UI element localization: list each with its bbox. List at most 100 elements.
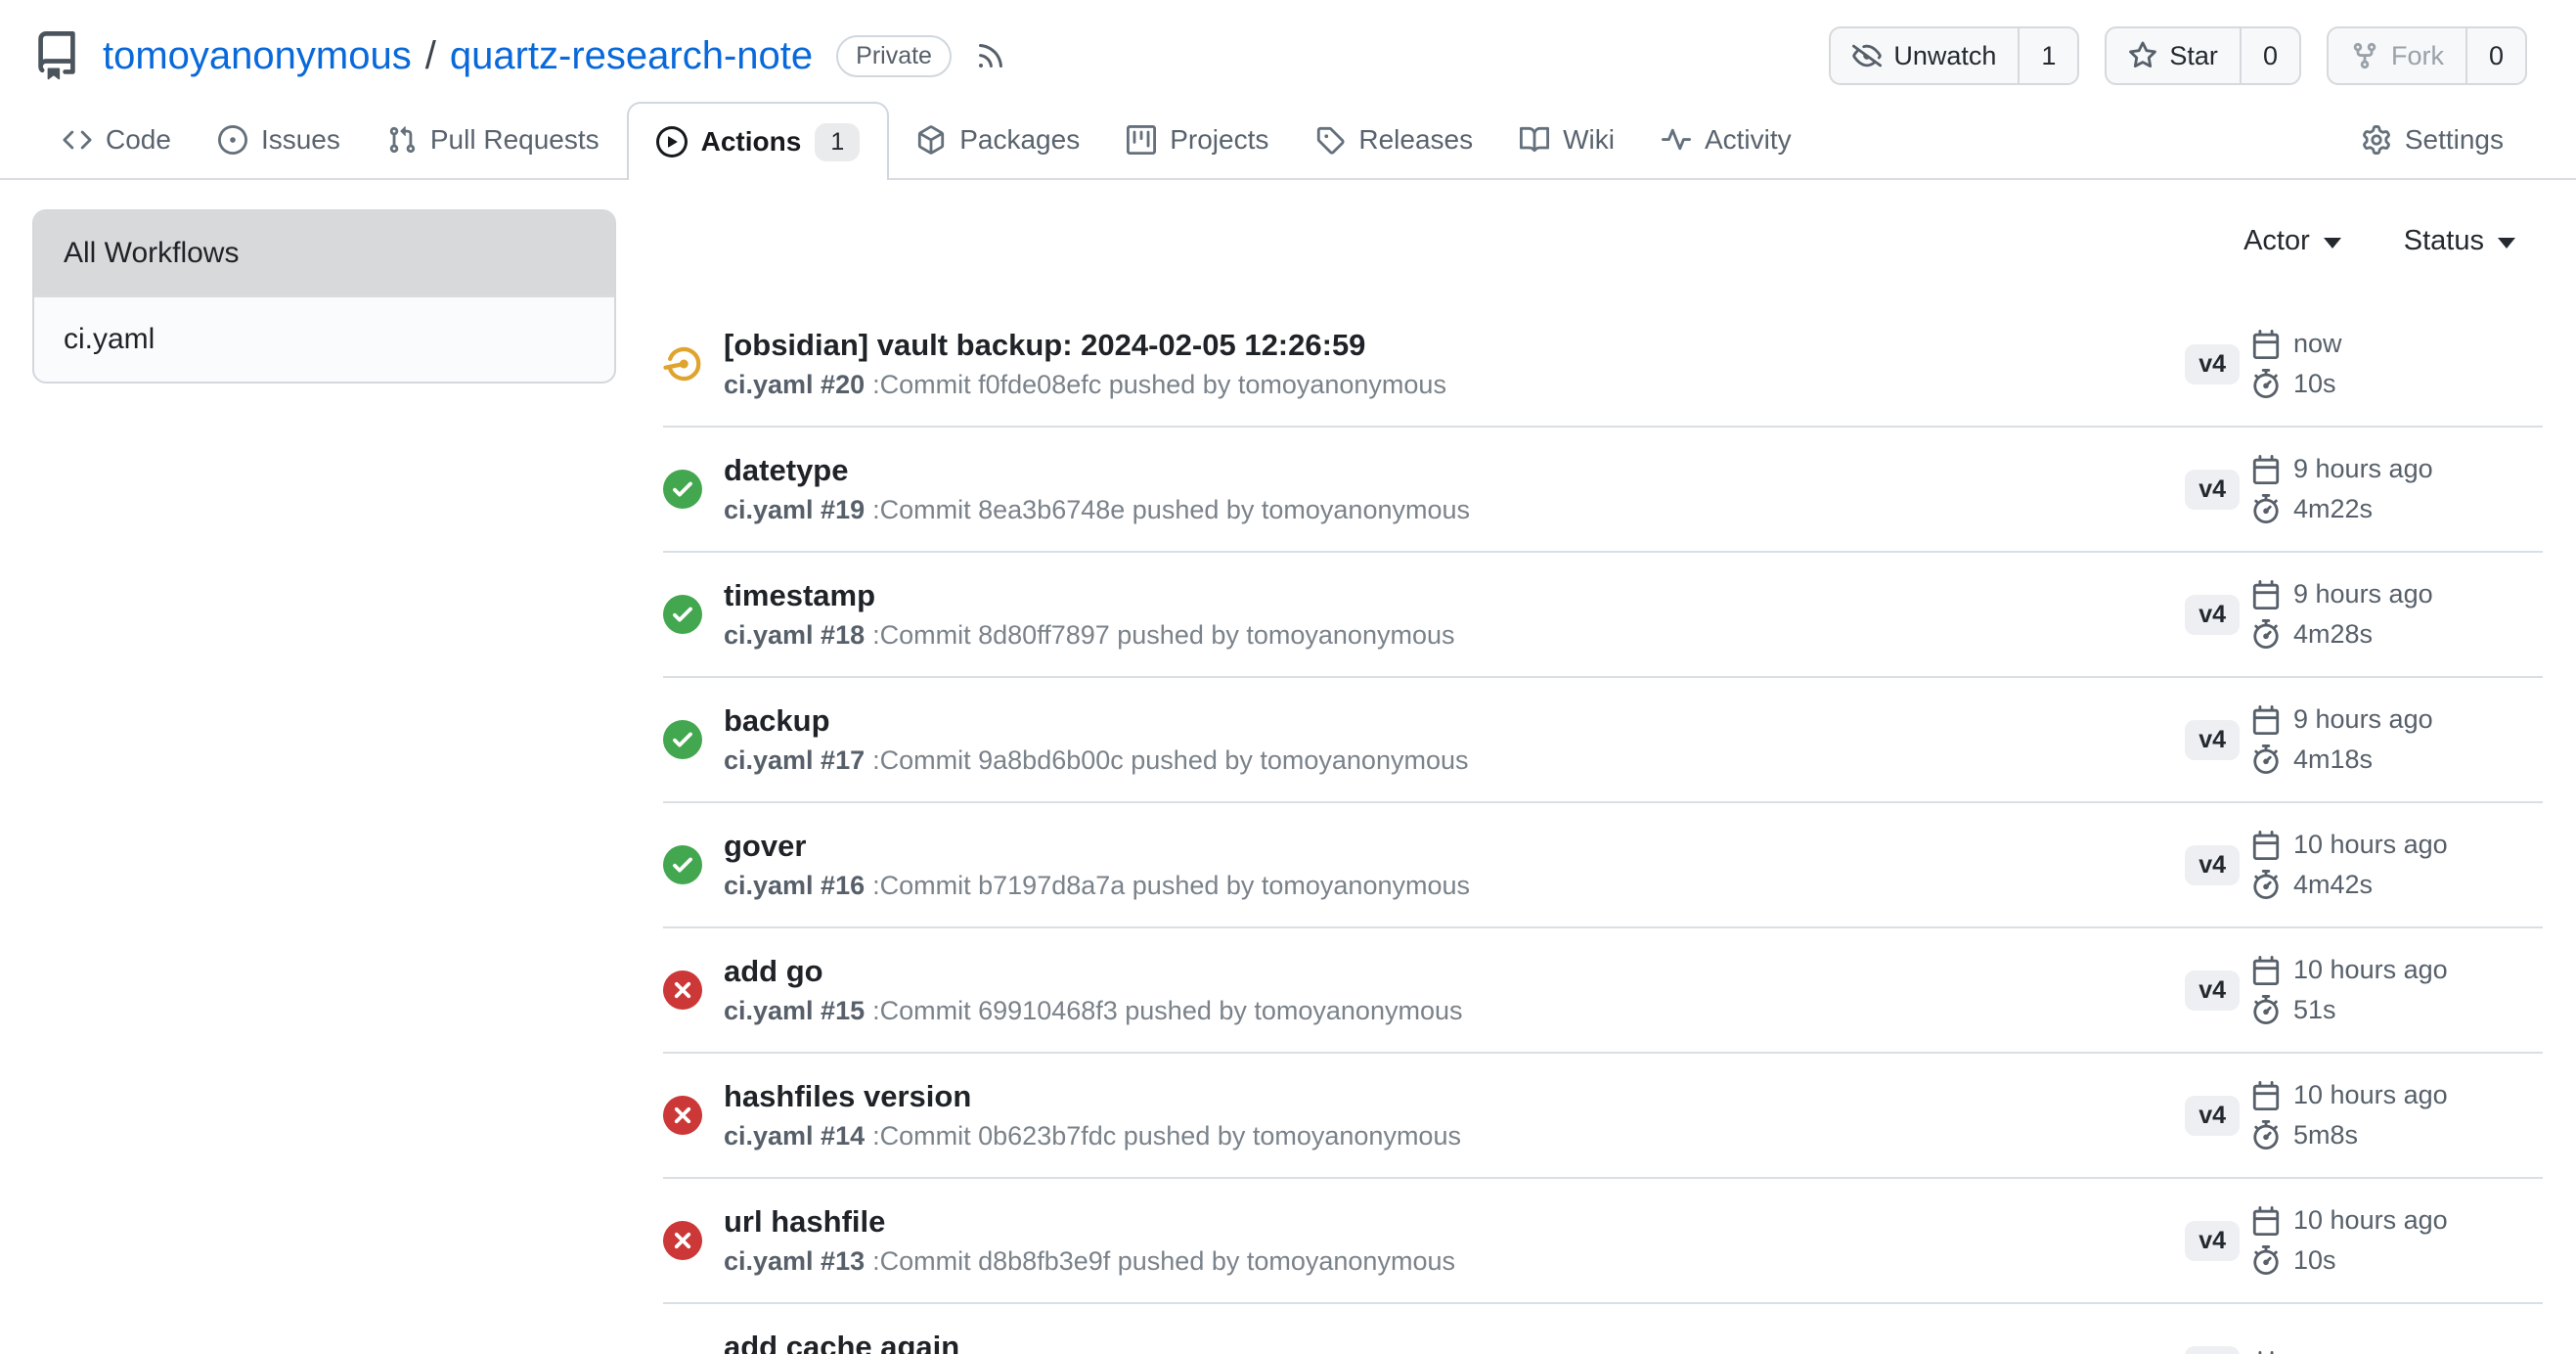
tab-spacer: [1815, 102, 2338, 178]
run-title-link[interactable]: add cache again: [724, 1330, 2185, 1354]
unwatch-button[interactable]: Unwatch 1: [1829, 26, 2079, 85]
run-row: timestamp ci.yaml #18:Commit 8d80ff7897 …: [663, 553, 2543, 678]
stopwatch-icon: [2251, 369, 2281, 398]
run-workflow-ref[interactable]: ci.yaml #13: [724, 1246, 865, 1276]
runner-version-badge: v4: [2185, 845, 2240, 885]
repo-owner-link[interactable]: tomoyanonymous: [103, 34, 412, 78]
watchers-count[interactable]: 1: [2018, 28, 2077, 83]
run-subtitle: ci.yaml #15:Commit 69910468f3 pushed by …: [724, 997, 2185, 1026]
x-circle-icon: [663, 1096, 702, 1135]
tab-releases[interactable]: Releases: [1296, 102, 1492, 178]
code-icon: [63, 125, 92, 155]
calendar-icon: [2251, 1081, 2281, 1110]
breadcrumb-separator: /: [425, 34, 436, 78]
stars-count[interactable]: 0: [2240, 28, 2299, 83]
run-workflow-ref[interactable]: ci.yaml #18: [724, 620, 865, 650]
run-duration: 4m42s: [2251, 870, 2543, 900]
stopwatch-icon: [2251, 745, 2281, 774]
run-duration: 4m22s: [2251, 494, 2543, 524]
sidebar-item-ci-yaml[interactable]: ci.yaml: [34, 295, 614, 382]
run-title-link[interactable]: timestamp: [724, 578, 2185, 613]
book-icon: [1520, 125, 1549, 155]
run-title-link[interactable]: backup: [724, 703, 2185, 739]
run-duration: 51s: [2251, 995, 2543, 1025]
run-meta: 9 hours ago 4m18s: [2251, 704, 2543, 774]
run-subtitle: ci.yaml #16:Commit b7197d8a7a pushed by …: [724, 872, 2185, 901]
run-title-link[interactable]: datetype: [724, 453, 2185, 488]
stopwatch-icon: [2251, 494, 2281, 523]
git-pull-request-icon: [387, 125, 417, 155]
run-workflow-ref[interactable]: ci.yaml #16: [724, 871, 865, 900]
run-meta: now 10s: [2251, 329, 2543, 398]
repo-tab-nav: Code Issues Pull Requests Actions1 Packa…: [0, 102, 2576, 180]
run-title-link[interactable]: hashfiles version: [724, 1079, 2185, 1114]
run-description: :Commit b7197d8a7a pushed by tomoyanonym…: [872, 871, 1470, 900]
calendar-icon: [2251, 1206, 2281, 1236]
run-duration: 4m28s: [2251, 619, 2543, 650]
x-circle-icon: [663, 970, 702, 1010]
run-workflow-ref[interactable]: ci.yaml #14: [724, 1121, 865, 1151]
run-subtitle: ci.yaml #14:Commit 0b623b7fdc pushed by …: [724, 1122, 2185, 1151]
run-row: add go ci.yaml #15:Commit 69910468f3 pus…: [663, 928, 2543, 1054]
run-subtitle: ci.yaml #17:Commit 9a8bd6b00c pushed by …: [724, 746, 2185, 776]
tab-projects[interactable]: Projects: [1107, 102, 1288, 178]
run-meta: 10 hours ago 51s: [2251, 955, 2543, 1024]
run-title-link[interactable]: [obsidian] vault backup: 2024-02-05 12:2…: [724, 328, 2185, 363]
tab-settings[interactable]: Settings: [2342, 102, 2523, 178]
run-title-link[interactable]: add go: [724, 954, 2185, 989]
run-title-link[interactable]: url hashfile: [724, 1204, 2185, 1240]
run-time: now: [2251, 329, 2543, 359]
run-workflow-ref[interactable]: ci.yaml #19: [724, 495, 865, 524]
tab-wiki[interactable]: Wiki: [1500, 102, 1634, 178]
play-icon: [656, 126, 688, 158]
calendar-icon: [2251, 455, 2281, 484]
package-icon: [916, 125, 946, 155]
calendar-icon: [2251, 956, 2281, 985]
tab-activity[interactable]: Activity: [1642, 102, 1811, 178]
forks-count[interactable]: 0: [2465, 28, 2525, 83]
actor-filter-dropdown[interactable]: Actor: [2243, 225, 2341, 257]
runner-version-badge: v4: [2185, 344, 2240, 384]
github-actions-page: tomoyanonymous / quartz-research-note Pr…: [0, 0, 2576, 1354]
run-time: 10 hours ago: [2251, 1350, 2543, 1354]
tab-packages[interactable]: Packages: [897, 102, 1099, 178]
tab-actions[interactable]: Actions1: [627, 102, 890, 180]
star-button[interactable]: Star 0: [2105, 26, 2301, 85]
run-time: 10 hours ago: [2251, 955, 2543, 985]
runner-version-badge: v4: [2185, 1221, 2240, 1261]
fork-button[interactable]: Fork 0: [2327, 26, 2527, 85]
repo-header: tomoyanonymous / quartz-research-note Pr…: [0, 0, 2576, 102]
chevron-down-icon: [2324, 238, 2341, 248]
rss-feed-icon[interactable]: [975, 40, 1006, 71]
run-workflow-ref[interactable]: ci.yaml #20: [724, 370, 865, 399]
run-description: :Commit f0fde08efc pushed by tomoyanonym…: [872, 370, 1446, 399]
repo-name-link[interactable]: quartz-research-note: [450, 34, 813, 78]
stopwatch-icon: [2251, 1120, 2281, 1150]
run-description: :Commit 69910468f3 pushed by tomoyanonym…: [872, 996, 1462, 1025]
tab-code[interactable]: Code: [43, 102, 191, 178]
tab-issues[interactable]: Issues: [199, 102, 360, 178]
run-time: 10 hours ago: [2251, 830, 2543, 860]
workflows-sidebar: All Workflows ci.yaml: [32, 209, 616, 1354]
run-duration: 10s: [2251, 369, 2543, 399]
run-workflow-ref[interactable]: ci.yaml #17: [724, 745, 865, 775]
stopwatch-icon: [2251, 1245, 2281, 1275]
fork-icon: [2350, 41, 2379, 70]
calendar-icon: [2251, 580, 2281, 609]
status-icon-slot: [663, 1346, 702, 1354]
tab-pull-requests[interactable]: Pull Requests: [368, 102, 619, 178]
actions-content: All Workflows ci.yaml Actor Status [obsi…: [0, 180, 2576, 1354]
run-duration: 10s: [2251, 1245, 2543, 1276]
status-filter-dropdown[interactable]: Status: [2404, 225, 2515, 257]
run-row: backup ci.yaml #17:Commit 9a8bd6b00c pus…: [663, 678, 2543, 803]
visibility-badge: Private: [836, 35, 952, 77]
calendar-icon: [2251, 330, 2281, 359]
run-duration: 5m8s: [2251, 1120, 2543, 1151]
run-subtitle: ci.yaml #18:Commit 8d80ff7897 pushed by …: [724, 621, 2185, 651]
run-title-link[interactable]: gover: [724, 829, 2185, 864]
run-time: 10 hours ago: [2251, 1205, 2543, 1236]
run-workflow-ref[interactable]: ci.yaml #15: [724, 996, 865, 1025]
chevron-down-icon: [2498, 238, 2515, 248]
sidebar-item-all-workflows[interactable]: All Workflows: [34, 211, 614, 295]
pulse-icon: [1662, 125, 1691, 155]
